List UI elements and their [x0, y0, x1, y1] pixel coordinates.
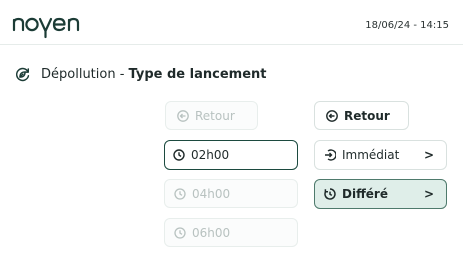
launch-option-immediate[interactable]: Immédiat >	[314, 140, 447, 170]
page-title-row: Dépollution - Type de lancement	[14, 64, 266, 84]
back-button-disabled[interactable]: Retour	[165, 101, 258, 130]
launch-option-label: Différé	[342, 187, 388, 201]
arrow-into-circle-icon	[325, 149, 336, 161]
clock-icon	[174, 226, 186, 239]
delayed-clock-icon	[324, 188, 336, 200]
clock-icon	[174, 187, 186, 200]
back-button-label: Retour	[344, 108, 390, 123]
time-option-label: 06h00	[192, 225, 231, 240]
time-option-label: 02h00	[191, 148, 230, 162]
back-button-label: Retour	[195, 108, 235, 123]
chevron-right-icon: >	[423, 187, 434, 201]
page-title: Dépollution - Type de lancement	[41, 67, 266, 82]
clock-icon	[173, 149, 185, 161]
time-option-06h00[interactable]: 06h00	[164, 218, 298, 247]
eco-refresh-icon	[15, 67, 30, 81]
header-divider	[0, 44, 463, 45]
time-option-02h00[interactable]: 02h00	[164, 140, 298, 170]
back-button[interactable]: Retour	[314, 101, 409, 130]
back-arrow-icon	[326, 109, 338, 122]
time-option-04h00[interactable]: 04h00	[164, 179, 298, 208]
time-option-label: 04h00	[192, 186, 231, 201]
noven-logo	[12, 17, 80, 39]
chevron-right-icon: >	[423, 148, 434, 162]
page-title-main: Type de lancement	[128, 66, 267, 82]
back-arrow-icon	[177, 109, 189, 122]
launch-option-label: Immédiat	[342, 148, 400, 162]
datetime: 18/06/24 - 14:15	[365, 20, 449, 31]
page-title-prefix: Dépollution -	[41, 66, 129, 82]
launch-option-delayed[interactable]: Différé >	[314, 179, 447, 209]
